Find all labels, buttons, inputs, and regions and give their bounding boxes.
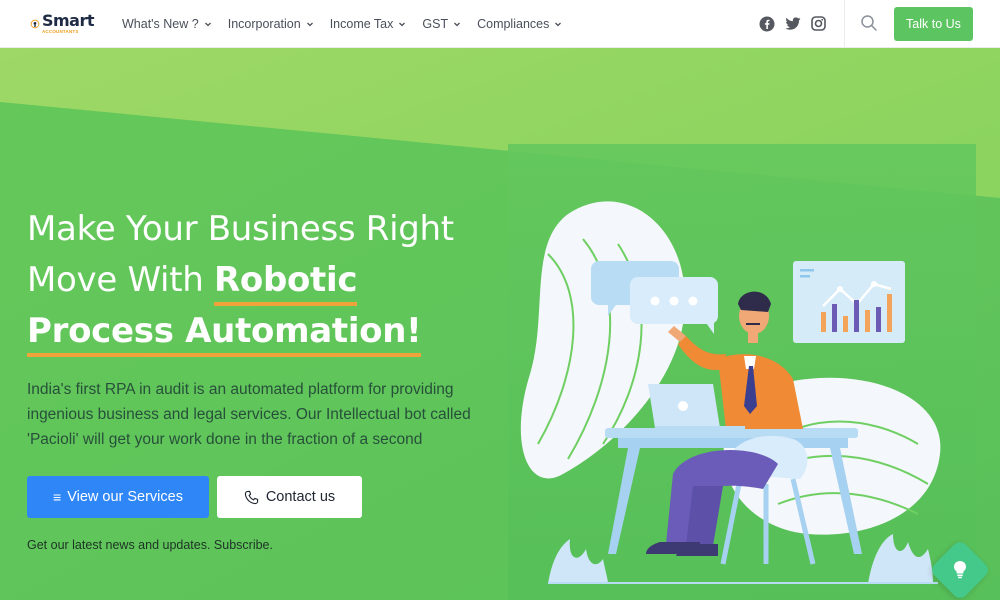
social-links — [758, 15, 836, 32]
hero-headline: Make Your Business Right Move With Robot… — [27, 204, 507, 357]
contact-us-button[interactable]: Contact us — [217, 476, 362, 518]
hero-section: Make Your Business Right Move With Robot… — [0, 48, 1000, 600]
headline-highlight-process-automation: Process Automation! — [27, 309, 422, 357]
nav-item-label: GST — [422, 17, 449, 31]
site-header: Smart ACCOUNTANTS What's New ? Incorpora… — [0, 0, 1000, 48]
chevron-down-icon — [555, 22, 562, 27]
logo-word: Smart — [41, 11, 95, 31]
talk-to-us-button[interactable]: Talk to Us — [894, 7, 973, 41]
rpa-illustration — [520, 201, 941, 584]
nav-item-label: Income Tax — [329, 17, 394, 31]
search-icon[interactable] — [860, 14, 878, 32]
nav-item-label: Compliances — [477, 17, 550, 31]
logo-subtitle: ACCOUNTANTS — [41, 29, 79, 35]
header-divider — [844, 0, 845, 48]
facebook-icon[interactable] — [758, 15, 775, 32]
view-services-button[interactable]: ≡ View our Services — [27, 476, 209, 518]
nav-item-label: What's New ? — [122, 17, 199, 31]
nav-item-income-tax[interactable]: Income Tax — [330, 17, 407, 31]
lightbulb-icon[interactable] — [949, 558, 971, 580]
headline-highlight-robotic: Robotic — [214, 258, 358, 306]
logo[interactable]: Smart ACCOUNTANTS — [30, 11, 95, 37]
menu-icon: ≡ — [53, 489, 62, 505]
chevron-down-icon — [454, 22, 461, 27]
headline-line-1: Make Your Business Right — [27, 209, 454, 249]
hero-description: India's first RPA in audit is an automat… — [27, 381, 471, 448]
nav-item-gst[interactable]: GST — [422, 17, 461, 31]
chevron-down-icon — [399, 22, 406, 27]
nav-item-whats-new[interactable]: What's New ? — [122, 17, 212, 31]
contact-us-label: Contact us — [265, 489, 336, 505]
nav-item-label: Incorporation — [227, 17, 301, 31]
instagram-icon[interactable] — [810, 15, 827, 32]
logo-bulb-icon — [30, 19, 40, 29]
nav-item-compliances[interactable]: Compliances — [477, 17, 562, 31]
phone-icon — [244, 490, 258, 504]
headline-line-2: Move With — [27, 260, 214, 300]
chevron-down-icon — [204, 22, 211, 27]
view-services-label: View our Services — [67, 489, 183, 505]
chevron-down-icon — [306, 22, 313, 27]
nav-item-incorporation[interactable]: Incorporation — [228, 17, 314, 31]
subscribe-text[interactable]: Get our latest news and updates. Subscri… — [27, 538, 273, 552]
twitter-icon[interactable] — [784, 15, 801, 32]
main-nav: What's New ? Incorporation Income Tax GS… — [122, 0, 578, 48]
